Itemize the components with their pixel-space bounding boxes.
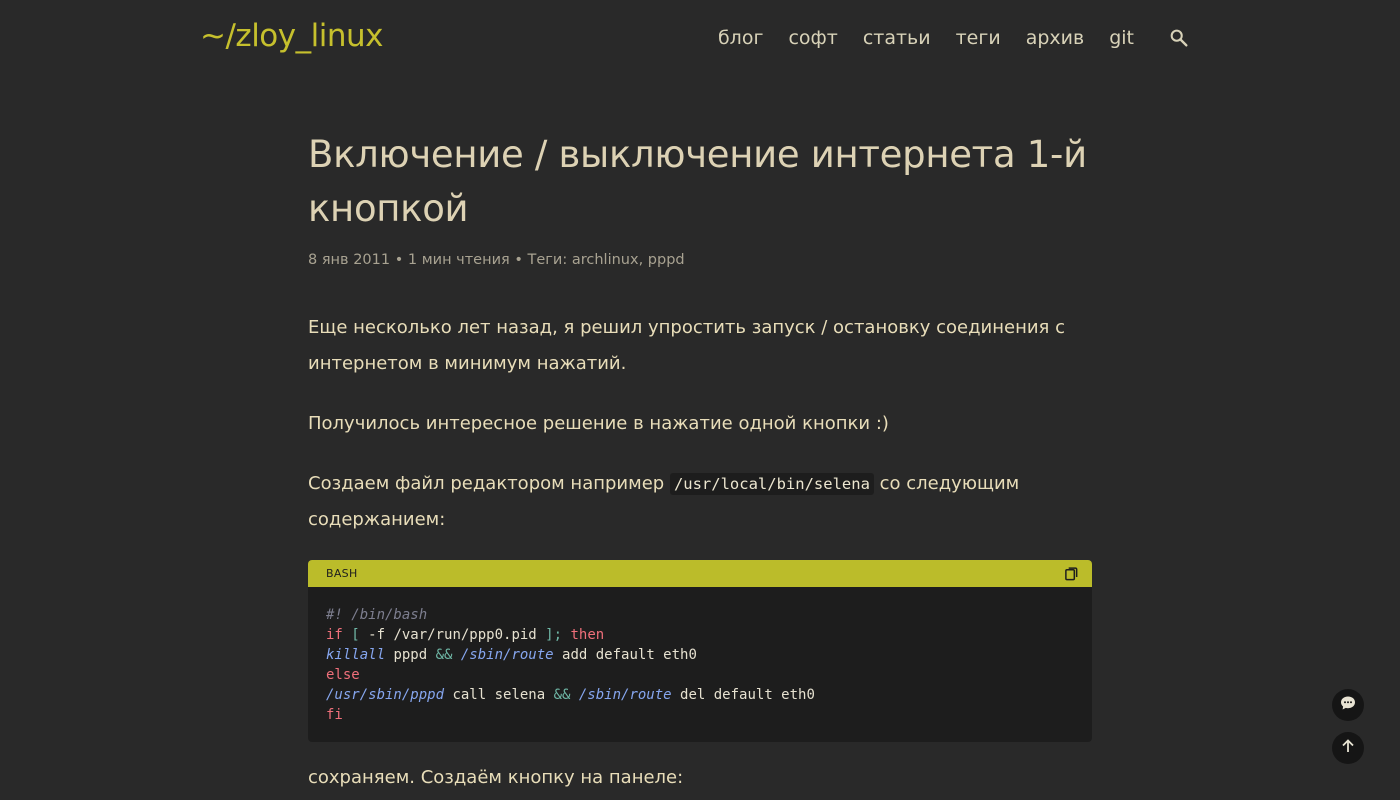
code-argument: del default eth0 (671, 687, 815, 703)
code-bracket: ]; (545, 627, 563, 643)
site-logo[interactable]: ~/zloy_linux (200, 18, 383, 54)
paragraph-create-file: Создаем файл редактором например /usr/lo… (308, 466, 1092, 538)
tags-label: Теги: (527, 252, 572, 268)
tag-link-pppd[interactable]: pppd (648, 252, 685, 268)
code-argument: pppd (385, 647, 436, 663)
inline-code-path: /usr/local/bin/selena (669, 473, 874, 495)
code-command: /usr/sbin/pppd (326, 687, 445, 703)
post-title: Включение / выключение интернета 1-й кно… (308, 133, 1087, 230)
code-path: /var/run/ppp0.pid (385, 627, 546, 643)
comments-icon (1340, 695, 1356, 715)
code-language-label: BASH (326, 567, 358, 580)
code-command: /sbin/route (452, 647, 554, 663)
code-operator: && (435, 647, 453, 663)
code-operator: && (553, 687, 571, 703)
comments-button[interactable] (1332, 689, 1364, 721)
code-keyword: else (326, 667, 360, 683)
paragraph-solution: Получилось интересное решение в нажатие … (308, 413, 889, 434)
code-content: #! /bin/bash if [ -f /var/run/ppp0.pid ]… (308, 587, 1092, 725)
nav-item-git[interactable]: git (1109, 27, 1134, 49)
post-article: Включение / выключение интернета 1-й кно… (308, 128, 1092, 788)
nav-item-archive[interactable]: архив (1026, 27, 1085, 49)
read-time: 1 мин чтения (407, 252, 510, 268)
tag-separator: , (638, 252, 648, 268)
code-keyword: then (562, 627, 605, 643)
search-icon[interactable] (1168, 27, 1190, 49)
nav-item-articles[interactable]: статьи (863, 27, 931, 49)
paragraph-text: Создаем файл редактором например (308, 473, 670, 494)
arrow-up-icon (1340, 738, 1356, 758)
nav-item-soft[interactable]: софт (788, 27, 837, 49)
scroll-to-top-button[interactable] (1332, 732, 1364, 764)
code-keyword: fi (326, 707, 343, 723)
meta-separator: • (390, 252, 408, 268)
code-argument: add default eth0 (553, 647, 697, 663)
copy-icon[interactable] (1064, 566, 1079, 581)
code-keyword: if (326, 627, 343, 643)
nav-item-blog[interactable]: блог (718, 27, 763, 49)
paragraph-intro: Еще несколько лет назад, я решил упрости… (308, 317, 1065, 374)
code-flag: -f (368, 627, 386, 643)
post-date: 8 янв 2011 (308, 252, 391, 268)
code-command: /sbin/route (570, 687, 672, 703)
post-meta: 8 янв 2011 • 1 мин чтения • Теги: archli… (308, 252, 1092, 268)
code-command: killall (326, 647, 386, 663)
code-comment: #! /bin/bash (326, 607, 428, 623)
code-block-header: BASH (308, 560, 1092, 587)
main-nav: блог софт статьи теги архив git (693, 27, 1190, 49)
site-header: ~/zloy_linux блог софт статьи теги архив… (0, 0, 1400, 80)
code-bracket: [ (342, 627, 369, 643)
code-block: BASH #! /bin/bash if [ -f /var/run/ppp0.… (308, 560, 1092, 742)
code-argument: call selena (444, 687, 554, 703)
nav-item-tags[interactable]: теги (956, 27, 1001, 49)
tag-link-archlinux[interactable]: archlinux (572, 252, 639, 268)
meta-separator: • (509, 252, 528, 268)
paragraph-save: сохраняем. Создаём кнопку на панеле: (308, 767, 684, 788)
